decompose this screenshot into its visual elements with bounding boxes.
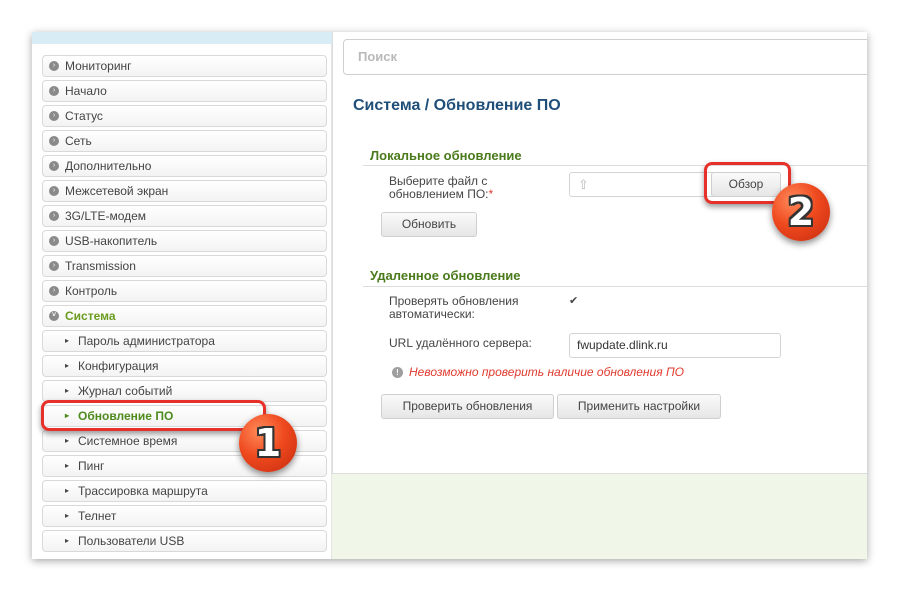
sidebar-subitem-label: Пинг (78, 459, 105, 473)
file-select-label: Выберите файл с обновлением ПО:* (389, 174, 494, 201)
sidebar-item-firewall[interactable]: › Межсетевой экран (42, 180, 327, 202)
sidebar-subitem-label: Журнал событий (78, 384, 173, 398)
chevron-right-icon: › (49, 211, 59, 221)
remote-update-title: Удаленное обновление (370, 268, 521, 283)
sidebar-item-network[interactable]: › Сеть (42, 130, 327, 152)
highlight-firmware-update (41, 400, 266, 431)
sidebar-item-label: Сеть (65, 134, 92, 148)
auto-check-checkbox[interactable]: ✔ (569, 295, 581, 307)
required-mark: * (488, 187, 494, 201)
sidebar-subitem-label: Трассировка маршрута (78, 484, 208, 498)
check-updates-button[interactable]: Проверить обновления (381, 394, 554, 419)
sidebar-item-label: Дополнительно (65, 159, 152, 173)
divider (363, 165, 867, 166)
sidebar-item-label: Система (65, 309, 116, 323)
sidebar-item-label: USB-накопитель (65, 234, 158, 248)
step-badge-2: 2 (772, 183, 830, 241)
sidebar-subitem-admin-password[interactable]: ▸ Пароль администратора (42, 330, 327, 352)
top-band (32, 32, 332, 44)
chevron-right-icon: › (49, 136, 59, 146)
sidebar-subitem-label: Телнет (78, 509, 117, 523)
info-icon: ! (392, 367, 403, 378)
chevron-right-icon: › (49, 161, 59, 171)
sidebar-item-label: Transmission (65, 259, 136, 273)
chevron-right-icon: › (49, 286, 59, 296)
sidebar-item-label: 3G/LTE-модем (65, 209, 147, 223)
sidebar-item-usb-storage[interactable]: › USB-накопитель (42, 230, 327, 252)
apply-settings-button[interactable]: Применить настройки (557, 394, 721, 419)
divider (363, 286, 867, 287)
sidebar-item-label: Мониторинг (65, 59, 132, 73)
sidebar-item-control[interactable]: › Контроль (42, 280, 327, 302)
chevron-right-icon: › (49, 61, 59, 71)
sidebar-item-label: Статус (65, 109, 103, 123)
step-badge-1: 1 (239, 414, 297, 472)
update-error-message: Невозможно проверить наличие обновления … (409, 365, 684, 379)
server-url-input[interactable]: fwupdate.dlink.ru (569, 333, 781, 358)
sidebar-item-label: Межсетевой экран (65, 184, 169, 198)
chevron-down-icon: ˅ (49, 311, 59, 321)
auto-check-label: Проверять обновления автоматически: (389, 294, 519, 321)
chevron-right-icon: › (49, 186, 59, 196)
chevron-right-icon: › (49, 261, 59, 271)
caret-right-icon: ▸ (65, 436, 70, 445)
sidebar: › Мониторинг › Начало › Статус › Сеть › Допол… (32, 44, 332, 559)
caret-right-icon: ▸ (65, 461, 70, 470)
main-content: Поиск Система / Обновление ПО Локальное … (332, 32, 867, 474)
sidebar-item-monitoring[interactable]: › Мониторинг (42, 55, 327, 77)
caret-right-icon: ▸ (65, 536, 70, 545)
sidebar-item-start[interactable]: › Начало (42, 80, 327, 102)
router-admin-window: › Мониторинг › Начало › Статус › Сеть › Допол… (32, 32, 867, 559)
sidebar-subitem-configuration[interactable]: ▸ Конфигурация (42, 355, 327, 377)
caret-right-icon: ▸ (65, 386, 70, 395)
sidebar-item-label: Начало (65, 84, 107, 98)
page-title: Система / Обновление ПО (353, 97, 561, 114)
chevron-right-icon: › (49, 86, 59, 96)
sidebar-item-label: Контроль (65, 284, 118, 298)
local-update-title: Локальное обновление (370, 148, 522, 163)
caret-right-icon: ▸ (65, 486, 70, 495)
sidebar-item-system[interactable]: ˅ Система (42, 305, 327, 327)
caret-right-icon: ▸ (65, 336, 70, 345)
upload-icon: ⇧ (578, 177, 589, 192)
sidebar-subitem-label: Системное время (78, 434, 178, 448)
sidebar-item-lte-modem[interactable]: › 3G/LTE-модем (42, 205, 327, 227)
update-button[interactable]: Обновить (381, 212, 477, 237)
sidebar-subitem-label: Пароль администратора (78, 334, 215, 348)
sidebar-subitem-usb-users[interactable]: ▸ Пользователи USB (42, 530, 327, 552)
sidebar-subitem-label: Пользователи USB (78, 534, 185, 548)
sidebar-subitem-label: Конфигурация (78, 359, 159, 373)
chevron-right-icon: › (49, 236, 59, 246)
server-url-label: URL удалённого сервера: (389, 336, 532, 350)
caret-right-icon: ▸ (65, 511, 70, 520)
sidebar-subitem-event-log[interactable]: ▸ Журнал событий (42, 380, 327, 402)
search-input[interactable]: Поиск (343, 39, 867, 75)
sidebar-item-transmission[interactable]: › Transmission (42, 255, 327, 277)
sidebar-subitem-telnet[interactable]: ▸ Телнет (42, 505, 327, 527)
chevron-right-icon: › (49, 111, 59, 121)
sidebar-subitem-traceroute[interactable]: ▸ Трассировка маршрута (42, 480, 327, 502)
caret-right-icon: ▸ (65, 361, 70, 370)
sidebar-item-status[interactable]: › Статус (42, 105, 327, 127)
sidebar-item-advanced[interactable]: › Дополнительно (42, 155, 327, 177)
